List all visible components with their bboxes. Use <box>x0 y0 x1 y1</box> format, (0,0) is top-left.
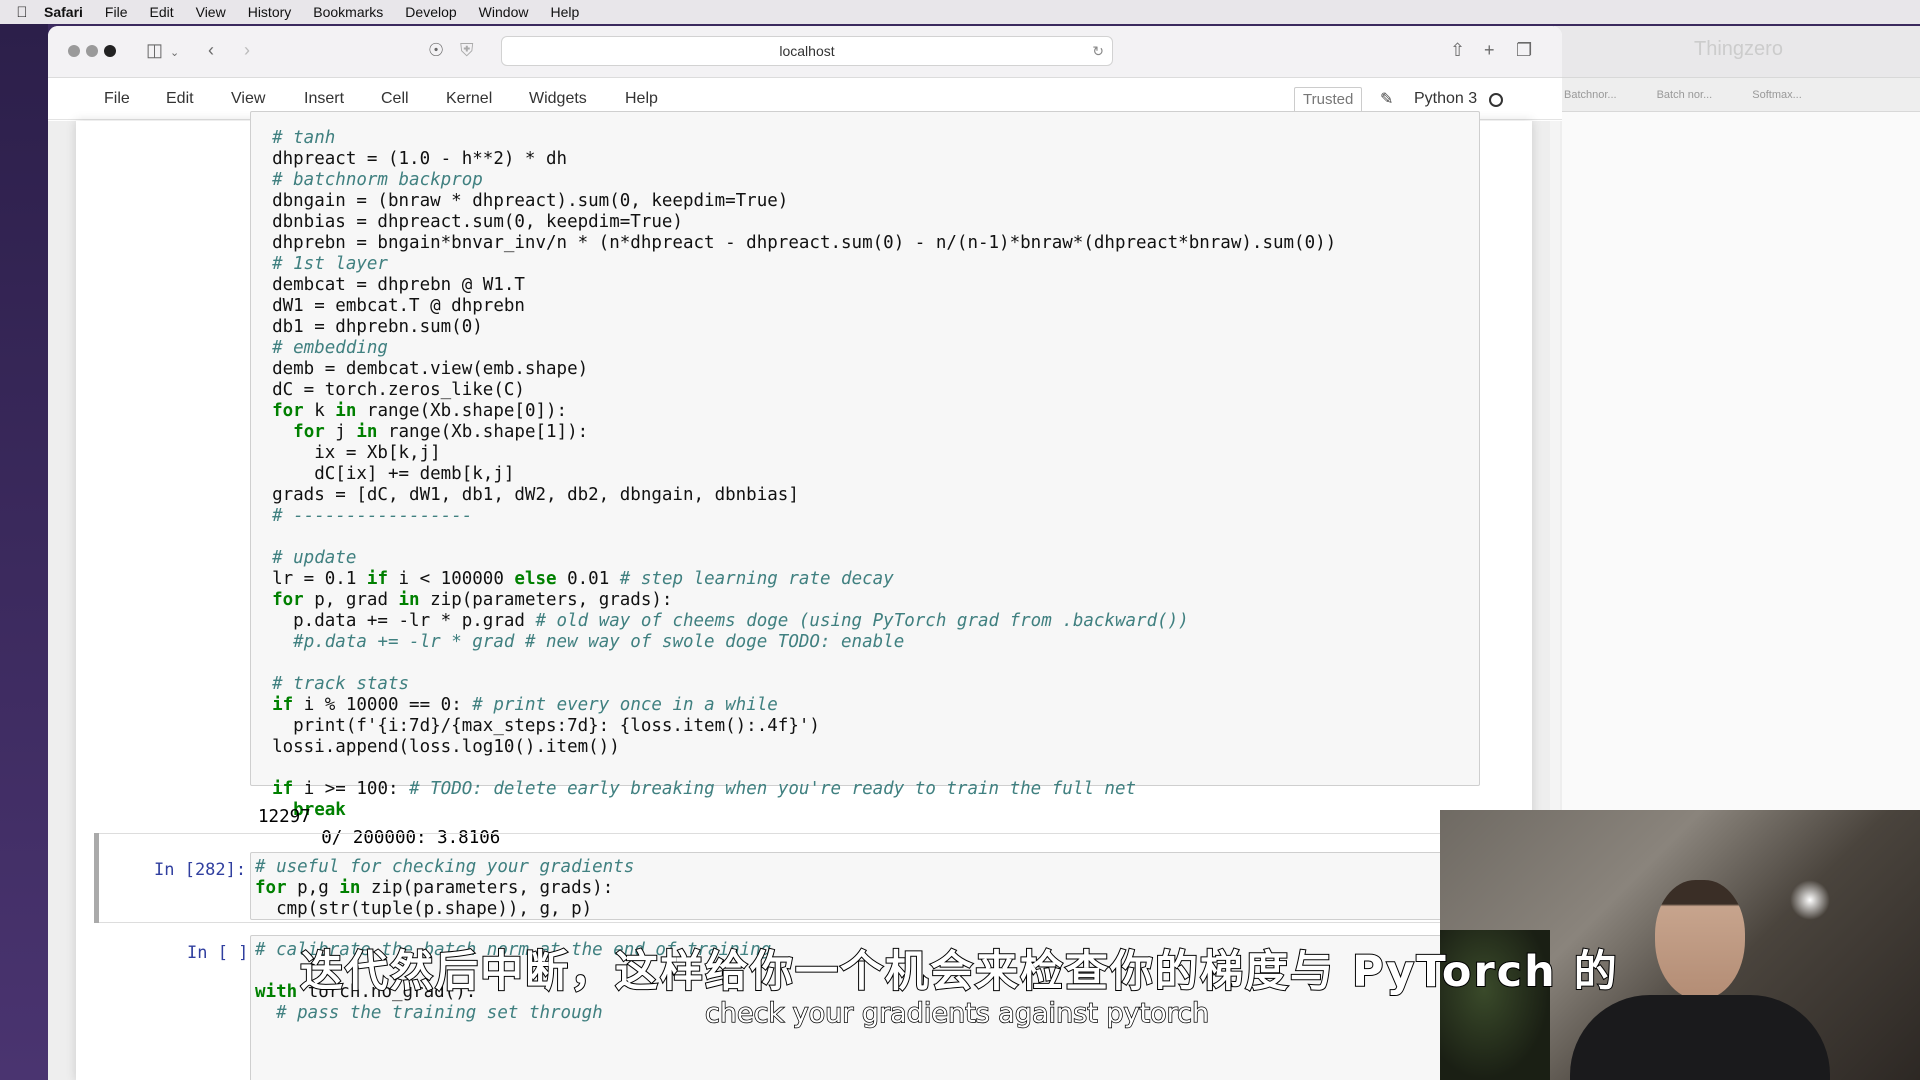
apple-logo-icon[interactable]:  <box>0 4 44 21</box>
code-line[interactable]: p.data += -lr * p.grad # old way of chee… <box>251 611 1336 632</box>
code-line[interactable]: if i % 10000 == 0: # print every once in… <box>251 695 1336 716</box>
jupyter-menu-kernel[interactable]: Kernel <box>446 90 492 108</box>
forward-arrow-icon[interactable]: › <box>244 40 250 61</box>
lamp-light-image <box>1790 880 1830 920</box>
code-editor[interactable]: # tanh dhpreact = (1.0 - h**2) * dh # ba… <box>251 128 1336 821</box>
code-cell-training-loop[interactable]: # tanh dhpreact = (1.0 - h**2) * dh # ba… <box>250 111 1480 820</box>
code-line[interactable]: grads = [dC, dW1, db1, dW2, db2, dbngain… <box>251 485 1336 506</box>
desktop-background <box>0 24 48 1080</box>
code-line[interactable]: # batchnorm backprop <box>251 170 1336 191</box>
menu-file[interactable]: File <box>105 4 128 20</box>
shield-icon[interactable]: ⛨ <box>460 40 474 61</box>
background-tab[interactable]: Softmax... <box>1752 89 1802 101</box>
code-line[interactable]: dhprebn = bngain*bnvar_inv/n * (n*dhprea… <box>251 233 1336 254</box>
menu-bookmarks[interactable]: Bookmarks <box>313 4 383 20</box>
close-window-button[interactable] <box>68 45 80 57</box>
edit-pencil-icon[interactable]: ✎ <box>1380 89 1393 109</box>
code-line[interactable]: lr = 0.1 if i < 100000 else 0.01 # step … <box>251 569 1336 590</box>
code-line[interactable]: for j in range(Xb.shape[1]): <box>251 422 1336 443</box>
code-line[interactable]: dembcat = dhprebn @ W1.T <box>251 275 1336 296</box>
code-line[interactable]: lossi.append(loss.log10().item()) <box>251 737 1336 758</box>
menu-view[interactable]: View <box>196 4 226 20</box>
tab-overview-icon[interactable]: ❐ <box>1516 40 1532 61</box>
code-line[interactable]: dW1 = embcat.T @ dhprebn <box>251 296 1336 317</box>
new-tab-icon[interactable]: + <box>1484 40 1495 61</box>
code-line[interactable]: for p, grad in zip(parameters, grads): <box>251 590 1336 611</box>
address-bar[interactable]: localhost ↻ <box>501 36 1113 66</box>
cell-prompt: In [ ]: <box>187 943 259 963</box>
code-line[interactable]: # track stats <box>251 674 1336 695</box>
privacy-report-icon[interactable]: ☉ <box>428 40 444 61</box>
code-line[interactable]: dC = torch.zeros_like(C) <box>251 380 1336 401</box>
background-window-title: Thingzero <box>1694 38 1783 60</box>
code-line[interactable] <box>251 758 1336 779</box>
background-tab-bar: Batchnor... Batch nor... Softmax... <box>1554 78 1920 112</box>
code-editor[interactable]: # useful for checking your gradients for … <box>255 857 634 920</box>
zoom-window-button[interactable] <box>104 45 116 57</box>
kernel-status-icon <box>1489 93 1503 107</box>
code-line[interactable]: # tanh <box>251 128 1336 149</box>
background-titlebar: Thingzero <box>1554 26 1920 78</box>
background-tab[interactable]: Batch nor... <box>1657 89 1713 101</box>
subtitle-chinese: 迭代然后中断，这样给你一个机会来检查你的梯度与 PyTorch 的 <box>299 946 1619 998</box>
code-line[interactable]: dC[ix] += demb[k,j] <box>251 464 1336 485</box>
output-line: 12297 <box>258 807 311 827</box>
code-line[interactable]: # useful for checking your gradients <box>255 857 634 878</box>
menu-develop[interactable]: Develop <box>405 4 456 20</box>
code-line[interactable] <box>251 653 1336 674</box>
background-tab[interactable]: Batchnor... <box>1564 89 1617 101</box>
presenter-head-image <box>1655 880 1745 1000</box>
chevron-down-icon[interactable]: ⌄ <box>170 46 179 59</box>
kernel-name[interactable]: Python 3 <box>1414 90 1477 108</box>
code-line[interactable]: #p.data += -lr * grad # new way of swole… <box>251 632 1336 653</box>
code-line[interactable]: # embedding <box>251 338 1336 359</box>
menu-help[interactable]: Help <box>550 4 579 20</box>
code-line[interactable]: dbngain = (bnraw * dhpreact).sum(0, keep… <box>251 191 1336 212</box>
minimize-window-button[interactable] <box>86 45 98 57</box>
code-line[interactable]: if i >= 100: # TODO: delete early breaki… <box>251 779 1336 800</box>
jupyter-menu-insert[interactable]: Insert <box>304 90 344 108</box>
sidebar-toggle-icon[interactable]: ◫ <box>146 40 163 61</box>
code-line[interactable]: dhpreact = (1.0 - h**2) * dh <box>251 149 1336 170</box>
menu-history[interactable]: History <box>248 4 292 20</box>
code-line[interactable]: # update <box>251 548 1336 569</box>
share-icon[interactable]: ⇧ <box>1450 40 1465 61</box>
jupyter-menu-cell[interactable]: Cell <box>381 90 409 108</box>
presenter-body-image <box>1570 995 1830 1080</box>
background-browser-window: Thingzero Batchnor... Batch nor... Softm… <box>1554 26 1920 826</box>
code-line[interactable]: dbnbias = dhpreact.sum(0, keepdim=True) <box>251 212 1336 233</box>
jupyter-menu-help[interactable]: Help <box>625 90 658 108</box>
code-line[interactable]: # 1st layer <box>251 254 1336 275</box>
browser-toolbar: ◫ ⌄ ‹ › ☉ ⛨ localhost ↻ ⇧ + ❐ <box>48 26 1562 78</box>
cell-prompt: In [282]: <box>154 860 247 880</box>
code-editor-box[interactable]: # useful for checking your gradients for … <box>250 852 1480 920</box>
menu-safari[interactable]: Safari <box>44 4 83 20</box>
code-line[interactable]: for p,g in zip(parameters, grads): <box>255 878 634 899</box>
jupyter-menu-file[interactable]: File <box>104 90 130 108</box>
safari-window: ◫ ⌄ ‹ › ☉ ⛨ localhost ↻ ⇧ + ❐ File Edit … <box>48 26 1562 1080</box>
back-arrow-icon[interactable]: ‹ <box>208 40 214 61</box>
code-line[interactable]: # pass the training set through <box>255 1003 771 1024</box>
code-line[interactable]: ix = Xb[k,j] <box>251 443 1336 464</box>
menu-window[interactable]: Window <box>479 4 529 20</box>
code-line[interactable]: demb = dembcat.view(emb.shape) <box>251 359 1336 380</box>
reload-icon[interactable]: ↻ <box>1092 37 1104 65</box>
jupyter-menu-widgets[interactable]: Widgets <box>529 90 587 108</box>
macos-menu-bar:  Safari File Edit View History Bookmark… <box>0 0 1920 24</box>
jupyter-menu-edit[interactable]: Edit <box>166 90 194 108</box>
code-line[interactable]: db1 = dhprebn.sum(0) <box>251 317 1336 338</box>
code-cell-check-gradients[interactable]: In [282]: # useful for checking your gra… <box>99 833 1499 923</box>
code-line[interactable]: cmp(str(tuple(p.shape)), g, p) <box>255 899 634 920</box>
trusted-indicator[interactable]: Trusted <box>1294 87 1363 113</box>
jupyter-menu-view[interactable]: View <box>231 90 265 108</box>
code-line[interactable]: for k in range(Xb.shape[0]): <box>251 401 1336 422</box>
address-text: localhost <box>779 43 835 59</box>
code-line[interactable] <box>251 527 1336 548</box>
code-line[interactable]: # ----------------- <box>251 506 1336 527</box>
code-line[interactable]: print(f'{i:7d}/{max_steps:7d}: {loss.ite… <box>251 716 1336 737</box>
menu-edit[interactable]: Edit <box>149 4 173 20</box>
subtitle-english: check your gradients against pytorch <box>704 997 1210 1030</box>
